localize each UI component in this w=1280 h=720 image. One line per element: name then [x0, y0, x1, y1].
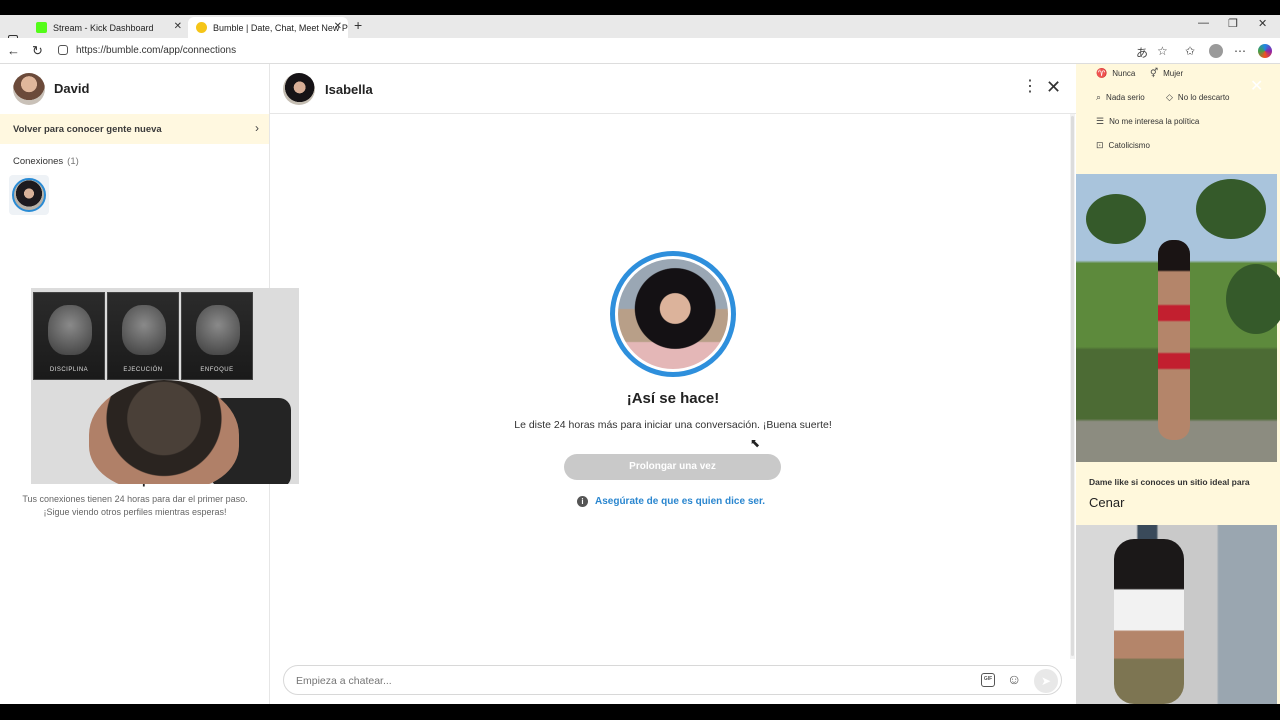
- gif-icon[interactable]: GIF: [981, 673, 995, 687]
- translate-icon[interactable]: あ: [1136, 44, 1148, 61]
- tab-title: Stream - Kick Dashboard: [53, 22, 154, 33]
- close-profile-icon[interactable]: ✕: [1250, 76, 1263, 96]
- url-field[interactable]: https://bumble.com/app/connections: [76, 45, 236, 56]
- message-input[interactable]: [296, 672, 956, 690]
- chip-religion: ⊡ Catolicismo: [1096, 140, 1150, 151]
- kick-favicon-icon: [36, 22, 47, 33]
- person-figure: [1114, 539, 1184, 704]
- profile-icon[interactable]: [1209, 44, 1223, 58]
- match-name[interactable]: Isabella: [325, 82, 373, 97]
- close-chat-icon[interactable]: ✕: [1046, 78, 1061, 96]
- gender-icon: ⚥: [1150, 68, 1159, 78]
- profile-photo-1: [1076, 174, 1280, 462]
- lion-image: [48, 305, 92, 355]
- send-button[interactable]: ➤: [1034, 669, 1058, 693]
- verify-link-label: Asegúrate de que es quien dice ser.: [595, 496, 766, 507]
- minimize-icon[interactable]: —: [1198, 17, 1209, 29]
- favorites-icon[interactable]: ✩: [1185, 44, 1195, 58]
- back-to-discover-button[interactable]: Volver para conocer gente nueva ›: [0, 114, 269, 144]
- chip-politics: ☰ No me interesa la política: [1096, 116, 1199, 127]
- empty-state-line-2: ¡Sigue viendo otros perfiles mientras es…: [43, 507, 227, 517]
- match-avatar[interactable]: [283, 73, 315, 105]
- profile-photo-2: [1076, 525, 1277, 704]
- poster-label: ENFOQUE: [200, 367, 234, 373]
- bumble-favicon-icon: [196, 22, 207, 33]
- chevron-right-icon: ›: [255, 121, 259, 135]
- screen-bottom-border: [0, 704, 1280, 720]
- chip-label: Mujer: [1163, 69, 1184, 78]
- poster-wolf: EJECUCIÓN: [107, 292, 179, 380]
- chip-label: Catolicismo: [1108, 141, 1150, 150]
- chip-label: No me interesa la política: [1109, 117, 1200, 126]
- chip-gender: ⚥ Mujer: [1150, 68, 1183, 79]
- tab-title: Bumble | Date, Chat, Meet New P: [213, 22, 348, 33]
- connections-heading: Conexiones (1): [13, 156, 79, 167]
- browser-tab-bar: Stream - Kick Dashboard ✕ Bumble | Date,…: [0, 15, 1280, 45]
- extend-confirmation-text: Le diste 24 horas más para iniciar una c…: [514, 419, 832, 431]
- chip-label: Nada serio: [1106, 93, 1145, 102]
- copilot-icon[interactable]: [1258, 44, 1272, 58]
- chip-label: Nunca: [1112, 69, 1136, 78]
- mouse-cursor-icon: ⬉: [750, 436, 761, 450]
- empty-state-text: Tus conexiones tienen 24 horas para dar …: [0, 493, 270, 519]
- back-to-discover-label: Volver para conocer gente nueva: [13, 124, 162, 135]
- info-icon: i: [577, 496, 588, 507]
- back-icon[interactable]: ←: [7, 43, 20, 58]
- user-avatar[interactable]: [13, 73, 45, 105]
- more-options-icon[interactable]: ⋮: [1022, 79, 1038, 95]
- connection-avatar-isabella[interactable]: [12, 178, 46, 212]
- poster-label: EJECUCIÓN: [123, 367, 163, 373]
- new-tab-button[interactable]: +: [354, 17, 362, 33]
- close-tab-icon[interactable]: ✕: [334, 21, 342, 32]
- connections-count: (1): [67, 156, 79, 167]
- webcam-overlay: DISCIPLINA EJECUCIÓN ENFOQUE: [31, 288, 299, 484]
- favorite-star-icon[interactable]: ☆: [1157, 44, 1168, 58]
- eagle-image: [196, 305, 240, 355]
- extend-button[interactable]: Prolongar una vez: [564, 454, 781, 480]
- politics-icon: ☰: [1096, 116, 1105, 126]
- tree-decoration: [1086, 194, 1146, 244]
- chip-kids: ◇ No lo descarto: [1166, 92, 1230, 103]
- reload-icon[interactable]: ↻: [32, 43, 43, 59]
- screen-top-border: [0, 0, 1280, 15]
- message-composer: GIF ☺ ➤: [283, 665, 1062, 695]
- tag-icon: ◇: [1166, 92, 1173, 102]
- tree-decoration: [1196, 179, 1266, 239]
- chip-looking-for: ⌕ Nada serio: [1096, 92, 1145, 103]
- chat-header: Isabella ⋮ ✕: [270, 64, 1076, 114]
- connections-label: Conexiones: [13, 156, 64, 167]
- profile-prompt-answer: Cenar: [1089, 495, 1125, 510]
- empty-state-line-1: Tus conexiones tienen 24 horas para dar …: [22, 494, 248, 504]
- tab-bumble[interactable]: Bumble | Date, Chat, Meet New P ✕: [188, 17, 348, 38]
- extend-confirmation-title: ¡Así se hace!: [626, 390, 720, 407]
- wine-icon: ♈: [1096, 68, 1108, 78]
- window-close-icon[interactable]: ✕: [1258, 17, 1267, 30]
- bumble-app: David Volver para conocer gente nueva › …: [0, 64, 1280, 704]
- tab-kick-dashboard[interactable]: Stream - Kick Dashboard ✕: [28, 17, 188, 38]
- chip-drinking: ♈ Nunca: [1096, 68, 1135, 79]
- match-photo: [618, 259, 728, 369]
- tree-decoration: [1226, 264, 1280, 334]
- person-figure: [1158, 240, 1190, 440]
- restore-icon[interactable]: ❐: [1228, 17, 1238, 30]
- emoji-icon[interactable]: ☺: [1007, 671, 1021, 687]
- streamer-head: [89, 380, 239, 484]
- profile-prompt-label: Dame like si conoces un sitio ideal para: [1089, 477, 1250, 487]
- wolf-image: [122, 305, 166, 355]
- user-name[interactable]: David: [54, 81, 89, 96]
- site-info-icon[interactable]: [58, 45, 68, 55]
- chat-scrollbar-thumb[interactable]: [1071, 116, 1074, 656]
- verify-link[interactable]: i Asegúrate de que es quien dice ser.: [577, 496, 765, 507]
- match-profile-panel: ♈ Nunca ⚥ Mujer ⌕ Nada serio ◇ No lo descart…: [1076, 64, 1280, 704]
- chip-label: No lo descarto: [1177, 93, 1230, 102]
- poster-lion: DISCIPLINA: [33, 292, 105, 380]
- poster-label: DISCIPLINA: [49, 367, 89, 373]
- search-icon: ⌕: [1096, 92, 1102, 102]
- religion-icon: ⊡: [1096, 140, 1104, 150]
- address-bar: ← ↻ https://bumble.com/app/connections あ…: [0, 38, 1280, 64]
- close-tab-icon[interactable]: ✕: [174, 21, 182, 32]
- poster-eagle: ENFOQUE: [181, 292, 253, 380]
- more-menu-icon[interactable]: ⋯: [1234, 44, 1246, 58]
